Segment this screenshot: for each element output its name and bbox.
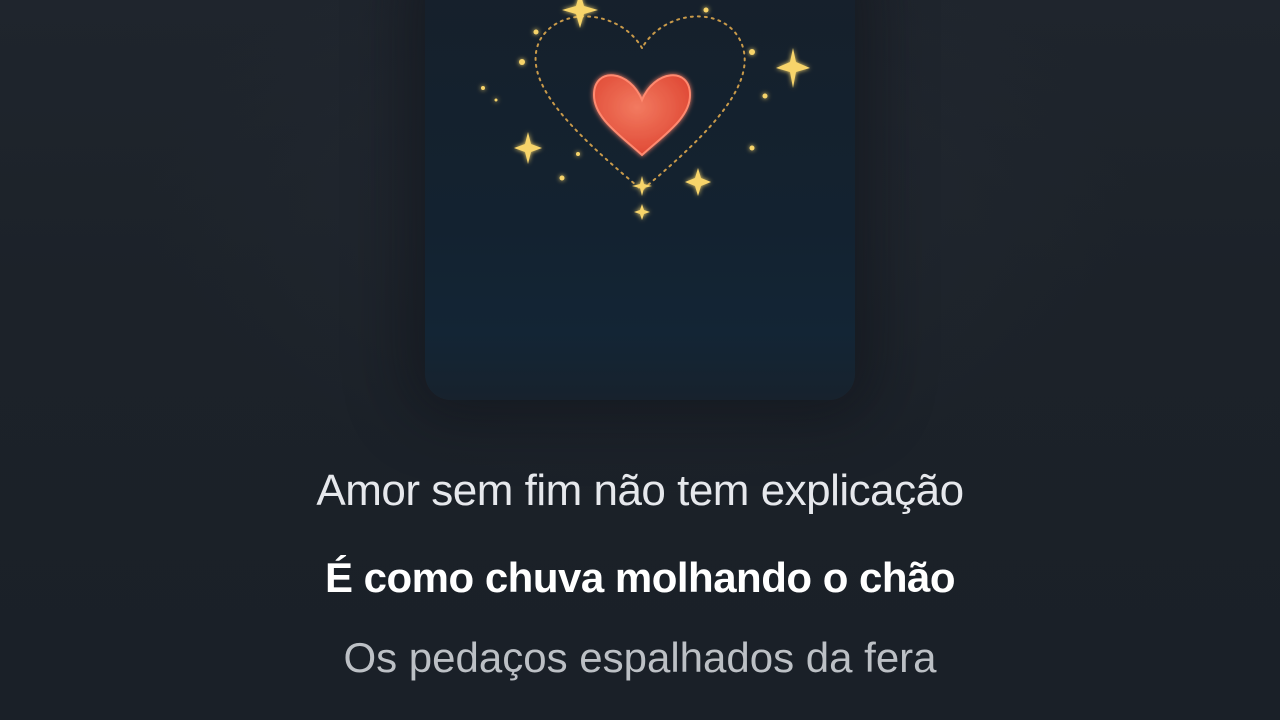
lyric-line-previous[interactable]: Amor sem fim não tem explicação: [0, 460, 1280, 522]
heart-icon: [592, 74, 692, 157]
lyric-line-current[interactable]: É como chuva molhando o chão: [320, 544, 960, 612]
heart-sparkles-icon: [481, 0, 810, 220]
lyrics-panel: Amor sem fim não tem explicação É como c…: [0, 460, 1280, 688]
lyrics-screen: Amor sem fim não tem explicação É como c…: [0, 0, 1280, 720]
lyric-line-next[interactable]: Os pedaços espalhados da fera: [0, 628, 1280, 688]
